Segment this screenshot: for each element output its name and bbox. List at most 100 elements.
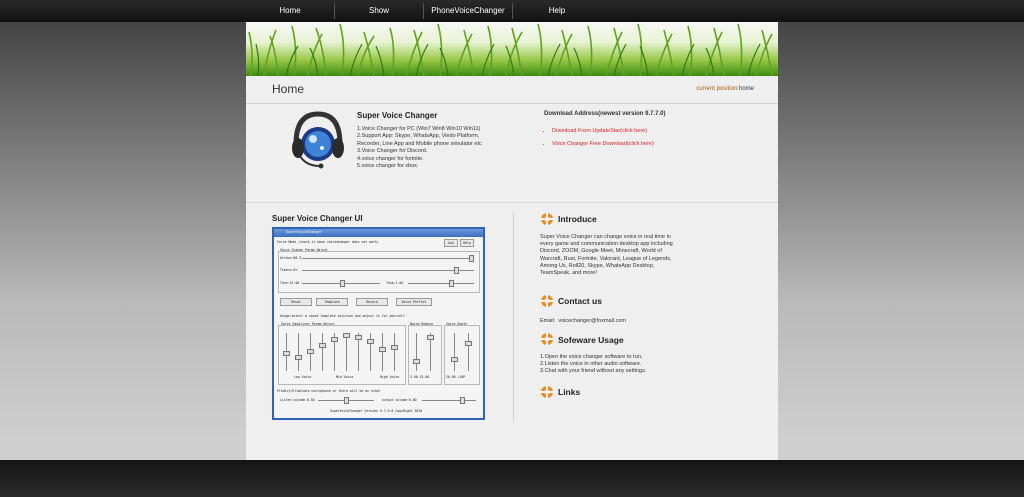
eq-group-label: Voice Equalizer Param Adjust — [281, 322, 335, 326]
eq-knob — [391, 345, 398, 350]
eq-slider — [346, 333, 347, 371]
eq-knob — [295, 355, 302, 360]
contact-heading: Contact us — [558, 296, 602, 306]
eq-knob — [355, 335, 362, 340]
output-volume-knob — [460, 397, 465, 404]
usage-heading: Sofeware Usage — [558, 335, 624, 345]
template-button: Template — [316, 298, 348, 306]
eq-slider — [322, 333, 323, 371]
force-mode-label: Force Mode (check it when voicechanger d… — [277, 240, 379, 244]
product-section: Super Voice Changer 1.Voice Changer for … — [246, 104, 778, 203]
reset-button: Reset — [280, 298, 312, 306]
download-list: Download From UpdateStar(click here) Voi… — [544, 125, 654, 151]
eq-knob — [379, 347, 386, 352]
depth-slider — [454, 333, 455, 371]
depth-group-label: Voice Depth — [446, 322, 468, 326]
page-title: Home — [272, 82, 305, 96]
eq-knob — [343, 333, 350, 338]
introduce-heading: Introduce — [558, 214, 597, 224]
usage-step: 3.Chat with your friend without any sett… — [540, 368, 647, 375]
output-volume-label: output volume:0.80 — [382, 398, 417, 402]
output-volume-slider — [422, 400, 476, 401]
column-divider — [513, 212, 514, 422]
download-link-free[interactable]: Voice Changer Free Download(click here) — [552, 141, 654, 147]
eq-slider — [298, 333, 299, 371]
eq-slider — [394, 333, 395, 371]
links-heading: Links — [558, 387, 581, 397]
depth-knob — [451, 357, 458, 362]
page-header: Home current position:home — [246, 76, 778, 104]
contact-email: Email: voicechanger@foxmail.com — [540, 318, 685, 325]
timbre-label: Timbre:0% — [280, 268, 298, 272]
eq-knob — [367, 339, 374, 344]
feature-item: 2.Support App: Skype, WhatsApp, Viedo Pl… — [357, 133, 482, 147]
tone-right-label: Tone:1.00 — [386, 281, 404, 285]
page-footer — [0, 460, 1024, 497]
eq-knob — [283, 351, 290, 356]
app-window: SuperVoiceChanger Force Mode (check it w… — [274, 229, 483, 418]
nav-phone-voice-changer[interactable]: PhoneVoiceChanger — [424, 0, 512, 22]
ui-section-title: Super Voice Changer UI — [272, 214, 363, 223]
echo-label: Predict/Eliminate microphone or there wi… — [277, 389, 381, 393]
headset-icon — [292, 111, 344, 169]
noise-slider — [416, 333, 417, 371]
octave-label: Octave:88.5 — [280, 256, 302, 260]
noise-knob — [427, 335, 434, 340]
tone-left-knob — [340, 280, 345, 287]
app-title-bar: SuperVoiceChanger — [274, 229, 483, 237]
top-navigation: Home Show PhoneVoiceChanger Help — [0, 0, 1024, 22]
noise-values: 3.00 15.00 — [410, 375, 430, 379]
feature-list: 1.Voice Changer for PC (Win7 Win8 Win10 … — [357, 126, 497, 170]
tone-right-knob — [449, 280, 454, 287]
depth-knob — [465, 341, 472, 346]
listen-volume-label: Listen volume:0.50 — [280, 398, 315, 402]
introduce-text: Super Voice Changer can change voice in … — [540, 234, 673, 277]
download-title: Download Address(newest version 9.7.7.0) — [544, 111, 666, 117]
feature-item: 4.voice changer for fortnite. — [357, 155, 424, 162]
grass-illustration — [248, 23, 773, 76]
feature-item: 1.Voice Changer for PC (Win7 Win8 Win10 … — [357, 126, 481, 132]
nav-show[interactable]: Show — [335, 0, 423, 22]
usage-hint: Usage:select a voxed template solution a… — [280, 314, 405, 318]
help-button: Help — [460, 239, 474, 247]
eq-slider — [382, 333, 383, 371]
tone-right-slider — [408, 283, 474, 284]
depth-slider — [468, 333, 469, 371]
ask-button: Ask — [444, 239, 458, 247]
listen-volume-knob — [344, 397, 349, 404]
depth-values: 20.00 +10P — [446, 375, 466, 379]
download-link-updatestar[interactable]: Download From UpdateStar(click here) — [552, 128, 647, 134]
main-content: Home current position:home Super Voice C… — [246, 22, 778, 460]
timbre-slider — [302, 270, 474, 271]
app-screenshot: SuperVoiceChanger Force Mode (check it w… — [272, 227, 485, 420]
usage-step: 1.Open the voice changer software to run… — [540, 354, 643, 360]
breadcrumb: current position:home — [696, 86, 754, 92]
tone-left-label: Tone:51.00 — [280, 281, 300, 285]
noise-group-label: Noise Reduce — [410, 322, 434, 326]
grass-banner — [246, 22, 778, 76]
high-voice-label: High Voice — [380, 375, 400, 379]
eq-knob — [319, 343, 326, 348]
email-value[interactable]: voicechanger@foxmail.com — [558, 318, 626, 324]
nav-home[interactable]: Home — [246, 0, 334, 22]
download-item: Download From UpdateStar(click here) — [552, 125, 654, 138]
nav-help[interactable]: Help — [513, 0, 601, 22]
feature-item: 5.voice changer for xbox. — [357, 163, 419, 170]
app-version-footer: SuperVoiceChanger Version 9.7.0.0 CopyRi… — [330, 409, 423, 413]
octave-knob — [469, 255, 474, 262]
eq-knob — [307, 349, 314, 354]
email-label: Email: — [540, 318, 556, 324]
low-voice-label: Low Voice — [294, 375, 312, 379]
octave-slider — [302, 258, 474, 259]
voice-perfect-button: Voice Perfect — [396, 298, 432, 306]
usage-steps: 1.Open the voice changer software to run… — [540, 354, 685, 376]
product-title: Super Voice Changer — [357, 111, 438, 120]
record-button: Record — [356, 298, 388, 306]
app-window-title: SuperVoiceChanger — [286, 230, 322, 234]
download-item: Voice Changer Free Download(click here) — [552, 138, 654, 151]
mid-voice-label: Mid Voice — [336, 375, 354, 379]
usage-step: 2.Listen the voice in other audio softwa… — [540, 361, 642, 368]
breadcrumb-label: current position: — [696, 86, 739, 92]
timbre-knob — [454, 267, 459, 274]
breadcrumb-value[interactable]: home — [739, 86, 754, 92]
